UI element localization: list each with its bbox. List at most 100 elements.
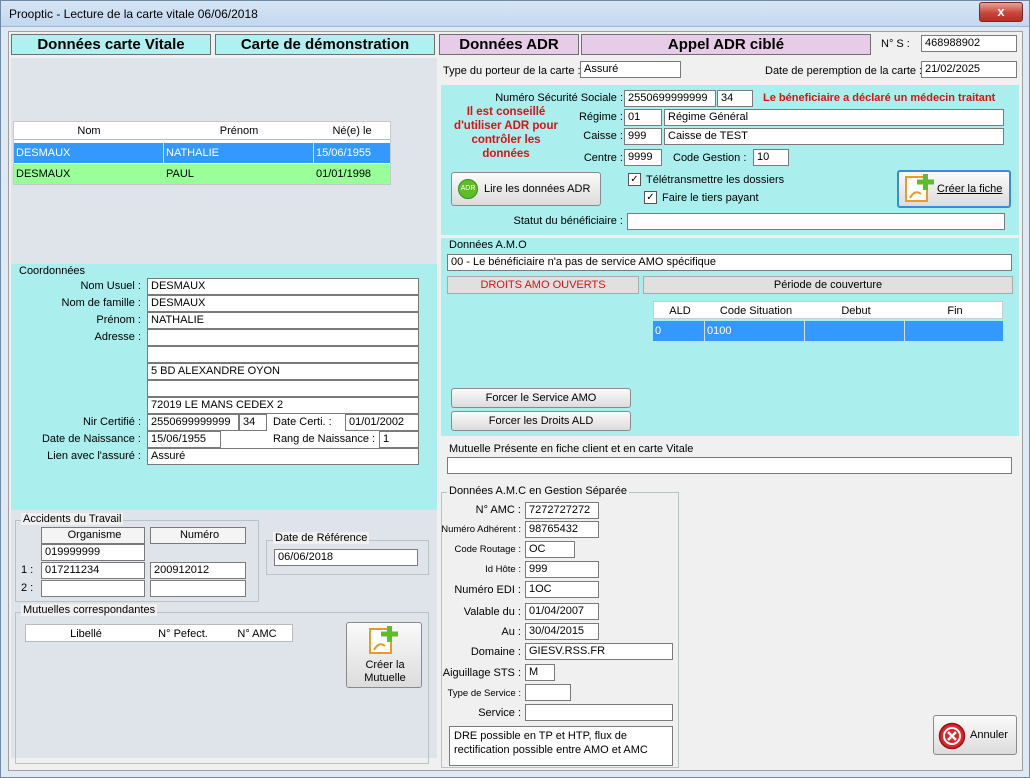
routage-field[interactable]: OC <box>525 541 575 558</box>
aiguillage-field[interactable]: M <box>525 664 555 681</box>
ald-table: ALD Code Situation Debut Fin 0 0100 <box>653 301 1003 345</box>
col-amc: N° AMC <box>237 628 277 640</box>
regime-code-field[interactable]: 01 <box>624 109 662 126</box>
row-index: 2 : <box>21 582 34 594</box>
annuler-button[interactable]: Annuler <box>933 715 1017 755</box>
lire-adr-button[interactable]: ADR Lire les données ADR <box>451 172 601 206</box>
peremption-field[interactable]: 21/02/2025 <box>921 61 1017 78</box>
peremption-label: Date de peremption de la carte : <box>765 65 923 77</box>
rang-field[interactable]: 1 <box>379 431 419 448</box>
mutuelle-presente-field[interactable] <box>447 457 1012 474</box>
tiers-payant-label: Faire le tiers payant <box>662 192 759 204</box>
col-debut: Debut <box>841 305 871 317</box>
amo-title: Données A.M.O <box>449 239 527 251</box>
cell-debut <box>805 321 905 341</box>
organisme-header: Organisme <box>41 527 145 544</box>
au-field[interactable]: 30/04/2015 <box>525 623 599 640</box>
teletransmettre-checkbox[interactable]: ✓ <box>628 173 641 186</box>
beneficiary-row[interactable]: DESMAUX PAUL 01/01/1998 <box>14 164 390 184</box>
ald-row[interactable]: 0 0100 <box>653 321 1003 341</box>
amc-number-field[interactable]: 7272727272 <box>525 502 599 519</box>
centre-code-field[interactable]: 9999 <box>624 149 662 166</box>
adr-panel: Numéro Sécurité Sociale : 2550699999999 … <box>441 85 1019 235</box>
window-title: Prooptic - Lecture de la carte vitale 06… <box>9 7 258 21</box>
cell-prenom: PAUL <box>164 164 314 184</box>
code-gestion-field[interactable]: 10 <box>753 149 789 166</box>
cell-prenom: NATHALIE <box>164 143 314 163</box>
edi-label: Numéro EDI : <box>454 584 521 596</box>
col-ne: Né(e) le <box>332 125 372 137</box>
header-donnees-carte-vitale: Données carte Vitale <box>11 34 211 55</box>
numero-field[interactable] <box>150 580 246 597</box>
adresse-line[interactable] <box>147 346 419 363</box>
adresse-line[interactable] <box>147 329 419 346</box>
main-content: Données carte Vitale Carte de démonstrat… <box>8 31 1023 771</box>
nir-field[interactable]: 2550699999999 <box>147 414 239 431</box>
porteur-field[interactable]: Assuré <box>580 61 681 78</box>
creer-fiche-button[interactable]: Créer la fiche <box>897 170 1011 208</box>
close-button[interactable]: x <box>979 2 1023 22</box>
adresse-line[interactable]: 5 BD ALEXANDRE OYON <box>147 363 419 380</box>
au-label: Au : <box>501 626 521 638</box>
adresse-line[interactable] <box>147 380 419 397</box>
col-nom: Nom <box>77 125 101 137</box>
valable-field[interactable]: 01/04/2007 <box>525 603 599 620</box>
nom-famille-field[interactable]: DESMAUX <box>147 295 419 312</box>
secu-num-field[interactable]: 2550699999999 <box>624 90 716 107</box>
naissance-field[interactable]: 15/06/1955 <box>147 431 221 448</box>
secu-cle-field[interactable]: 34 <box>717 90 753 107</box>
cell-ne: 15/06/1955 <box>316 147 372 159</box>
forcer-service-button[interactable]: Forcer le Service AMO <box>451 388 631 408</box>
edi-field[interactable]: 1OC <box>525 581 599 598</box>
header-carte-demo: Carte de démonstration <box>215 34 435 55</box>
beneficiary-table-header: Nom Prénom Né(e) le <box>14 122 390 140</box>
organisme-field[interactable]: 017211234 <box>41 562 145 579</box>
col-fin: Fin <box>947 305 963 317</box>
header-donnees-adr: Données ADR <box>439 34 579 55</box>
numero-field[interactable]: 200912012 <box>150 562 246 579</box>
organisme-field[interactable] <box>41 580 145 597</box>
creer-mutuelle-button[interactable]: Créer la Mutuelle <box>346 622 422 688</box>
service-label: Service : <box>478 707 521 719</box>
type-service-label: Type de Service : <box>447 688 521 699</box>
secu-label: Numéro Sécurité Sociale : <box>495 92 623 104</box>
code-gestion-label: Code Gestion : <box>673 152 747 164</box>
naissance-label: Date de Naissance : <box>41 433 141 445</box>
col-ald: ALD <box>669 305 691 317</box>
periode-header: Période de couverture <box>643 276 1013 294</box>
type-service-field[interactable] <box>525 684 571 701</box>
date-ref-field[interactable]: 06/06/2018 <box>274 549 418 566</box>
caisse-name-field[interactable]: Caisse de TEST <box>664 128 1004 145</box>
adresse-line[interactable]: 72019 LE MANS CEDEX 2 <box>147 397 419 414</box>
hote-field[interactable]: 999 <box>525 561 599 578</box>
date-certi-field[interactable]: 01/01/2002 <box>345 414 419 431</box>
caisse-code-field[interactable]: 999 <box>624 128 662 145</box>
domaine-field[interactable]: GIESV.RSS.FR <box>525 643 673 660</box>
beneficiary-row[interactable]: DESMAUX NATHALIE 15/06/1955 <box>14 143 390 163</box>
cancel-icon <box>938 722 966 750</box>
organisme-field[interactable]: 019999999 <box>41 544 145 561</box>
date-ref-title: Date de Référence <box>273 532 370 544</box>
valable-label: Valable du : <box>463 606 521 618</box>
forcer-droits-button[interactable]: Forcer les Droits ALD <box>451 411 631 431</box>
regime-name-field[interactable]: Régime Général <box>664 109 1004 126</box>
regime-label: Régime : <box>578 111 623 123</box>
ald-table-header: ALD Code Situation Debut Fin <box>653 301 1003 319</box>
nom-usuel-field[interactable]: DESMAUX <box>147 278 419 295</box>
tiers-payant-checkbox[interactable]: ✓ <box>644 191 657 204</box>
lire-adr-label: Lire les données ADR <box>484 183 591 195</box>
statut-field[interactable] <box>627 213 1005 230</box>
adherent-field[interactable]: 98765432 <box>525 521 599 538</box>
service-field[interactable] <box>525 704 673 721</box>
ns-field[interactable]: 468988902 <box>921 35 1017 52</box>
prenom-field[interactable]: NATHALIE <box>147 312 419 329</box>
numero-header: Numéro <box>150 527 246 544</box>
rang-label: Rang de Naissance : <box>273 433 376 445</box>
adherent-label: Numéro Adhérent : <box>441 524 521 535</box>
nir-cle-field[interactable]: 34 <box>239 414 267 431</box>
nom-famille-label: Nom de famille : <box>61 297 141 309</box>
lien-field[interactable]: Assuré <box>147 448 419 465</box>
amo-service-field[interactable]: 00 - Le bénéficiaire n'a pas de service … <box>447 254 1012 271</box>
cell-ne: 01/01/1998 <box>316 168 372 180</box>
col-libelle: Libellé <box>70 628 102 640</box>
